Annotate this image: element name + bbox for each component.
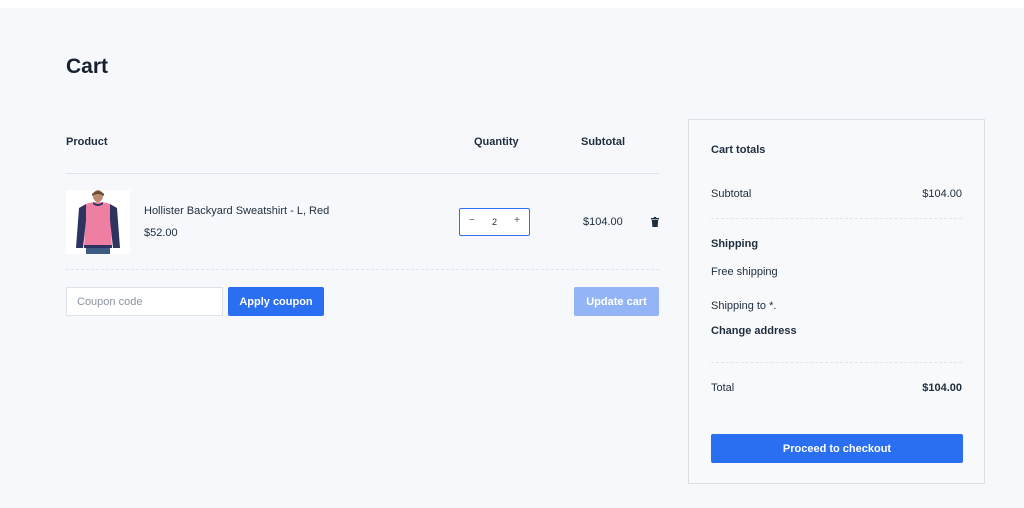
update-cart-button[interactable]: Update cart [574,287,659,316]
product-name-link[interactable]: Hollister Backyard Sweatshirt - L, Red [144,205,329,217]
product-price: $52.00 [144,227,178,239]
shipping-destination: Shipping to *. [711,300,777,312]
table-row: Hollister Backyard Sweatshirt - L, Red $… [66,174,659,270]
cart-totals-panel: Cart totals Subtotal $104.00 Shipping Fr… [688,119,985,484]
divider [711,362,962,363]
total-value: $104.00 [922,382,962,394]
increase-quantity-button[interactable]: + [514,215,520,226]
header-subtotal: Subtotal [581,136,625,148]
cart-table-header: Product Quantity Subtotal [66,134,659,174]
cart-totals-heading: Cart totals [711,144,766,156]
page-title: Cart [66,55,109,78]
change-address-link[interactable]: Change address [711,325,797,337]
coupon-code-input[interactable] [66,287,223,316]
quantity-stepper: − 2 + [459,208,530,236]
header-quantity: Quantity [474,136,519,148]
product-image[interactable] [66,190,130,254]
header-product: Product [66,136,108,148]
apply-coupon-button[interactable]: Apply coupon [228,287,324,316]
divider [711,218,962,219]
shipping-method: Free shipping [711,266,778,278]
proceed-to-checkout-button[interactable]: Proceed to checkout [711,434,963,463]
cart-page: Cart Product Quantity Subtotal Hollister… [0,8,1024,508]
shipping-heading: Shipping [711,238,759,250]
row-subtotal: $104.00 [583,216,623,228]
trash-icon[interactable] [651,217,659,227]
sweatshirt-image [66,190,130,254]
totals-subtotal-label: Subtotal [711,188,752,200]
totals-subtotal-value: $104.00 [922,188,962,200]
total-label: Total [711,382,735,394]
